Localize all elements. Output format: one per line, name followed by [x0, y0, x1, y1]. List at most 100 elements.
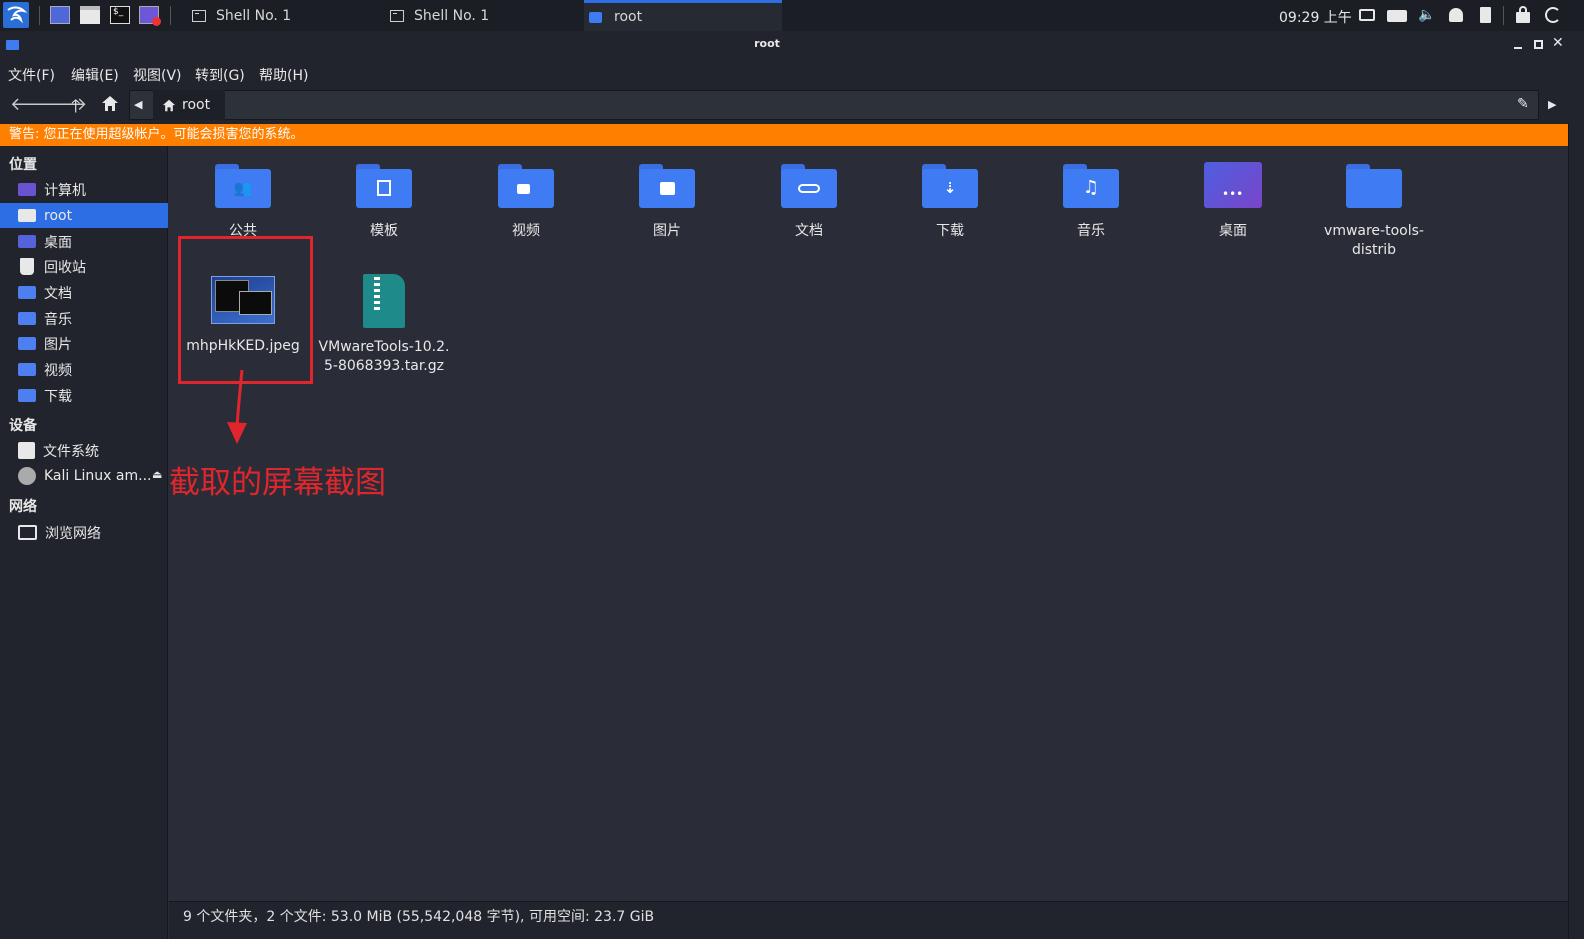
sidebar-item-label: root — [44, 207, 73, 224]
screenshot-tool-icon[interactable] — [139, 6, 161, 26]
file-name: 下载 — [936, 223, 964, 239]
sidebar-item-filesystem[interactable]: 文件系统 — [0, 438, 168, 463]
template-folder-icon — [356, 164, 412, 208]
network-icon — [18, 525, 37, 540]
menu-help[interactable]: 帮助(H) — [259, 65, 308, 85]
pictures-folder-icon — [18, 337, 36, 350]
file-name: 视频 — [512, 223, 540, 239]
downloads-folder-icon — [18, 389, 36, 402]
sidebar-section-devices: 设备 — [9, 418, 37, 434]
window-titlebar[interactable]: root ✕ — [0, 31, 1584, 58]
sidebar-item-pictures[interactable]: 图片 — [0, 331, 168, 356]
maximize-button[interactable] — [1534, 40, 1543, 49]
video-folder-icon — [498, 164, 554, 208]
file-name: vmware-tools-distrib — [1324, 223, 1424, 258]
menu-go[interactable]: 转到(G) — [195, 65, 245, 85]
file-item[interactable]: 模板 — [314, 164, 454, 241]
file-name: 桌面 — [1219, 223, 1247, 239]
location-bar[interactable]: ◀ root ✎ — [129, 90, 1539, 120]
home-folder-icon — [589, 11, 602, 23]
sidebar-section-network: 网络 — [9, 499, 37, 515]
minimize-button[interactable] — [1514, 47, 1522, 49]
menu-edit[interactable]: 编辑(E) — [71, 65, 119, 85]
file-manager-icon[interactable] — [80, 6, 100, 24]
music-folder-icon — [18, 312, 36, 325]
task-root-active[interactable]: root — [584, 0, 782, 31]
annotation-highlight-box — [178, 236, 313, 384]
sidebar-section-places: 位置 — [9, 157, 37, 173]
logout-icon[interactable] — [1545, 7, 1561, 23]
task-label: Shell No. 1 — [216, 7, 292, 24]
file-view[interactable]: 👥 公共 模板 视频 图片 文档 ⇣ 下载 ♫ 音乐 ••• 桌面 vmware… — [169, 146, 1568, 901]
clock[interactable]: 09:29 上午 — [1279, 7, 1352, 27]
documents-folder-icon — [18, 286, 36, 299]
path-scroll-right-icon[interactable]: ▶ — [1548, 98, 1556, 111]
sidebar-item-computer[interactable]: 计算机 — [0, 177, 168, 202]
path-scroll-left-icon[interactable]: ◀ — [134, 98, 142, 111]
battery-icon[interactable] — [1480, 7, 1491, 23]
file-name: 文档 — [795, 223, 823, 239]
home-folder-icon — [18, 209, 36, 222]
computer-icon — [18, 183, 36, 196]
volume-icon[interactable]: 🔈 — [1418, 7, 1435, 23]
sidebar-item-root[interactable]: root — [0, 203, 168, 228]
menu-view[interactable]: 视图(V) — [133, 65, 182, 85]
file-item[interactable]: ⇣ 下载 — [880, 164, 1020, 241]
sidebar-item-downloads[interactable]: 下载 — [0, 383, 168, 408]
terminal-icon[interactable]: $_ — [110, 6, 130, 24]
sidebar-item-music[interactable]: 音乐 — [0, 306, 168, 331]
edit-path-icon[interactable]: ✎ — [1517, 96, 1529, 112]
sidebar: 位置 计算机 root 桌面 回收站 文档 音乐 图片 视频 下载 设备 文件系… — [0, 146, 168, 939]
document-folder-icon — [781, 164, 837, 208]
up-arrow-icon[interactable]: 🡑 — [71, 94, 80, 124]
music-folder-icon: ♫ — [1063, 164, 1119, 208]
file-item[interactable]: 文档 — [739, 164, 879, 241]
kali-menu-icon[interactable] — [3, 2, 29, 28]
workspace-icon[interactable] — [50, 6, 70, 24]
home-icon[interactable] — [101, 95, 119, 112]
folder-icon — [1346, 164, 1402, 208]
sidebar-item-label: 下载 — [44, 388, 72, 405]
path-button-root[interactable]: root — [153, 90, 225, 120]
sidebar-item-videos[interactable]: 视频 — [0, 357, 168, 382]
task-shell-1[interactable]: Shell No. 1 — [192, 0, 382, 31]
eject-icon[interactable]: ⏏ — [152, 468, 162, 481]
file-item[interactable]: 图片 — [597, 164, 737, 241]
annotation-text: 截取的屏幕截图 — [169, 465, 386, 501]
task-label: Shell No. 1 — [414, 7, 490, 24]
keyboard-icon[interactable] — [1387, 10, 1407, 22]
optical-disc-icon — [18, 466, 36, 485]
sidebar-item-label: 回收站 — [44, 259, 86, 276]
sidebar-item-label: Kali Linux am... — [44, 467, 152, 484]
close-button[interactable]: ✕ — [1552, 35, 1564, 51]
display-icon[interactable] — [1359, 9, 1375, 21]
file-item[interactable]: 视频 — [456, 164, 596, 241]
menu-file[interactable]: 文件(F) — [8, 65, 55, 85]
terminal-icon — [390, 9, 404, 22]
sidebar-item-label: 计算机 — [44, 182, 86, 199]
sidebar-item-browse-network[interactable]: 浏览网络 — [0, 520, 168, 545]
top-panel: $_ Shell No. 1 Shell No. 1 root 09:29 上午… — [0, 0, 1584, 31]
desktop-icon — [18, 235, 36, 248]
annotation-arrow — [227, 370, 247, 444]
file-item[interactable]: vmware-tools-distrib — [1304, 164, 1444, 260]
sidebar-item-kali-disc[interactable]: Kali Linux am... ⏏ — [0, 463, 168, 488]
file-name: 音乐 — [1077, 223, 1105, 239]
sidebar-item-desktop[interactable]: 桌面 — [0, 229, 168, 254]
sidebar-item-label: 音乐 — [44, 311, 72, 328]
notification-bell-icon[interactable] — [1449, 8, 1463, 22]
file-item[interactable]: 👥 公共 — [173, 164, 313, 241]
sidebar-item-label: 浏览网络 — [45, 525, 101, 542]
sidebar-item-documents[interactable]: 文档 — [0, 280, 168, 305]
download-folder-icon: ⇣ — [922, 164, 978, 208]
file-item[interactable]: ♫ 音乐 — [1021, 164, 1161, 241]
sidebar-item-label: 图片 — [44, 336, 72, 353]
sidebar-item-trash[interactable]: 回收站 — [0, 254, 168, 279]
file-item[interactable]: ••• 桌面 — [1163, 162, 1303, 241]
vertical-scrollbar[interactable] — [1568, 124, 1584, 939]
desktop-folder-icon: ••• — [1204, 162, 1262, 208]
task-shell-2[interactable]: Shell No. 1 — [390, 0, 580, 31]
archive-file-icon — [363, 274, 405, 328]
file-item[interactable]: VMwareTools-10.2.5-8068393.tar.gz — [314, 274, 454, 376]
window-title: root — [754, 37, 780, 50]
